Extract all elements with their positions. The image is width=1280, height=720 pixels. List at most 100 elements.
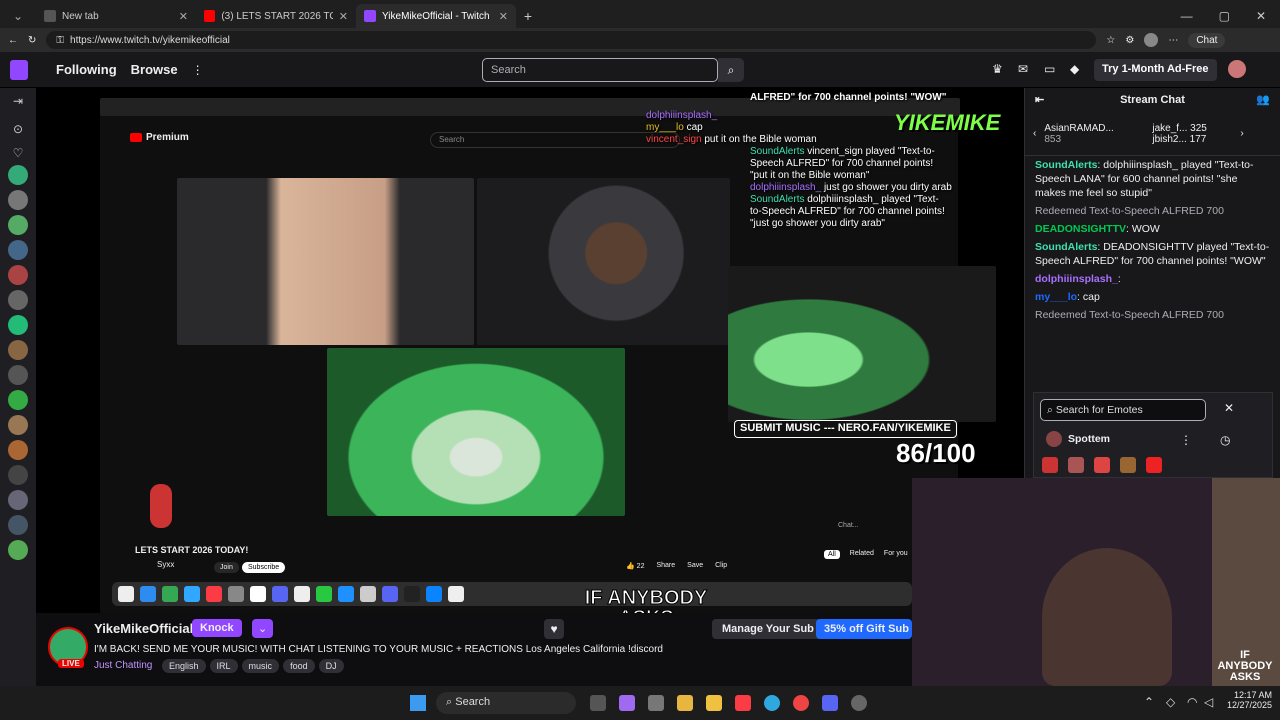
twitch-logo-icon[interactable]	[10, 59, 28, 80]
windows-start-icon[interactable]	[410, 695, 426, 711]
chat-user[interactable]: SoundAlerts	[1035, 159, 1097, 171]
chrome-icon[interactable]	[793, 695, 809, 711]
streamer-name[interactable]: YikeMikeOfficial	[94, 621, 193, 636]
minimize-icon[interactable]: —	[1181, 4, 1193, 28]
back-icon[interactable]: ←	[8, 35, 18, 46]
channel-avatar[interactable]	[8, 490, 28, 510]
channel-avatar[interactable]	[8, 290, 28, 310]
channel-avatar[interactable]	[8, 240, 28, 260]
user-avatar[interactable]	[1228, 60, 1246, 78]
more-icon[interactable]: ⋯	[1168, 35, 1178, 46]
chat-user[interactable]: SoundAlerts	[1035, 241, 1097, 253]
tag[interactable]: music	[241, 659, 280, 673]
edge-icon[interactable]	[764, 695, 780, 711]
recent-clock-icon[interactable]: ◷	[1220, 433, 1230, 447]
emote[interactable]	[1042, 457, 1058, 473]
music-icon[interactable]	[735, 695, 751, 711]
discord-icon[interactable]	[822, 695, 838, 711]
close-window-icon[interactable]: ✕	[1256, 4, 1266, 28]
tag[interactable]: IRL	[209, 659, 238, 673]
collapse-chat-icon[interactable]: ⇤	[1035, 93, 1044, 106]
users-icon[interactable]: 👥	[1256, 93, 1270, 106]
tag[interactable]: English	[162, 659, 206, 673]
bits-icon[interactable]: ◆	[1070, 62, 1079, 76]
store-icon[interactable]	[677, 695, 693, 711]
profile-avatar[interactable]	[1144, 33, 1159, 47]
tab-new[interactable]: New tab ✕	[36, 4, 196, 28]
whispers-icon[interactable]: ▭	[1044, 62, 1055, 76]
gift-sub-button[interactable]: 35% off Gift Sub	[816, 619, 912, 639]
channel-avatar[interactable]	[8, 390, 28, 410]
tag[interactable]: DJ	[318, 659, 344, 673]
decorative-figure	[150, 484, 172, 528]
chat-user[interactable]: DEADONSIGHTTV	[1035, 223, 1126, 235]
channel-avatar[interactable]	[8, 415, 28, 435]
emote[interactable]	[1068, 457, 1084, 473]
new-tab-button[interactable]: +	[516, 4, 540, 28]
compass-icon[interactable]: ⊙	[0, 122, 36, 136]
search-input[interactable]: Search	[482, 58, 718, 82]
channel-avatar[interactable]	[8, 315, 28, 335]
channel-avatar[interactable]	[8, 165, 28, 185]
video-tile-woman	[177, 178, 474, 345]
clock[interactable]: 12:17 AM 12/27/2025	[1222, 690, 1272, 710]
prime-crown-icon[interactable]: ♛	[992, 62, 1003, 76]
taskbar-search[interactable]: ⌕ Search	[436, 692, 576, 714]
extensions-icon[interactable]: ⚙	[1125, 35, 1134, 46]
channel-avatar[interactable]	[8, 190, 28, 210]
file-explorer-icon[interactable]	[706, 695, 722, 711]
channel-avatar[interactable]	[8, 465, 28, 485]
ad-free-button[interactable]: Try 1-Month Ad-Free	[1094, 59, 1217, 81]
close-icon[interactable]: ✕	[1224, 401, 1234, 415]
copilot-chat-button[interactable]: Chat	[1188, 32, 1226, 48]
more-menu-icon[interactable]: ⋮	[192, 63, 204, 77]
task-view-icon[interactable]	[590, 695, 606, 711]
follow-heart-icon[interactable]: ♥	[544, 619, 564, 639]
channel-avatar[interactable]	[8, 340, 28, 360]
maximize-icon[interactable]: ▢	[1219, 4, 1230, 28]
emote[interactable]	[1094, 457, 1110, 473]
channel-avatar[interactable]	[8, 515, 28, 535]
refresh-icon[interactable]: ↻	[28, 35, 36, 46]
emote[interactable]	[1146, 457, 1162, 473]
search-icon[interactable]: ⌕	[718, 58, 744, 82]
volume-icon[interactable]: ◁	[1204, 695, 1213, 709]
star-icon[interactable]: ☆	[1106, 35, 1115, 46]
obs-icon[interactable]	[851, 695, 867, 711]
copilot-icon[interactable]	[619, 695, 635, 711]
inbox-icon[interactable]: ✉	[1018, 62, 1028, 76]
channel-avatar[interactable]	[8, 265, 28, 285]
more-icon[interactable]: ⋮	[1180, 433, 1192, 447]
stream-video-player[interactable]: Premium Search ALFRED" for 700 channel p…	[36, 88, 1024, 613]
channel-avatar[interactable]	[8, 540, 28, 560]
knock-button[interactable]: Knock	[192, 619, 242, 637]
stream-category[interactable]: Just Chatting	[94, 660, 152, 671]
close-icon[interactable]: ✕	[499, 10, 508, 23]
chat-user[interactable]: dolphiiinsplash_	[1035, 273, 1118, 285]
browse-link[interactable]: Browse	[131, 62, 178, 77]
tab-twitch[interactable]: YikeMikeOfficial - Twitch ✕	[356, 4, 516, 28]
chevron-left-icon[interactable]: ‹	[1033, 128, 1036, 139]
tray-chevron-icon[interactable]: ⌃	[1144, 695, 1154, 709]
tab-youtube[interactable]: (3) LETS START 2026 TODAY! - Yo ✕	[196, 4, 356, 28]
manage-sub-button[interactable]: Manage Your Sub	[712, 619, 824, 639]
collapse-icon[interactable]: ⇥	[0, 94, 36, 108]
url-field[interactable]: ⚿ https://www.twitch.tv/yikemikeofficial	[46, 31, 1097, 49]
channel-avatar[interactable]	[8, 365, 28, 385]
chevron-right-icon[interactable]: ›	[1240, 128, 1243, 139]
settings-icon[interactable]	[648, 695, 664, 711]
following-link[interactable]: Following	[56, 62, 117, 77]
close-icon[interactable]: ✕	[339, 10, 348, 23]
channel-avatar[interactable]	[8, 215, 28, 235]
tray-app-icon[interactable]: ◇	[1166, 695, 1175, 709]
chat-user[interactable]: my___lo	[1035, 291, 1077, 303]
emote-search-input[interactable]: ⌕ Search for Emotes	[1040, 399, 1206, 421]
wifi-icon[interactable]: ◠	[1187, 695, 1197, 709]
heart-icon[interactable]: ♡	[0, 146, 36, 160]
knock-dropdown-icon[interactable]: ⌄	[252, 619, 274, 638]
emote[interactable]	[1120, 457, 1136, 473]
close-icon[interactable]: ✕	[179, 10, 188, 23]
tab-list-icon[interactable]: ⌄	[0, 4, 36, 28]
tag[interactable]: food	[283, 659, 315, 673]
channel-avatar[interactable]	[8, 440, 28, 460]
